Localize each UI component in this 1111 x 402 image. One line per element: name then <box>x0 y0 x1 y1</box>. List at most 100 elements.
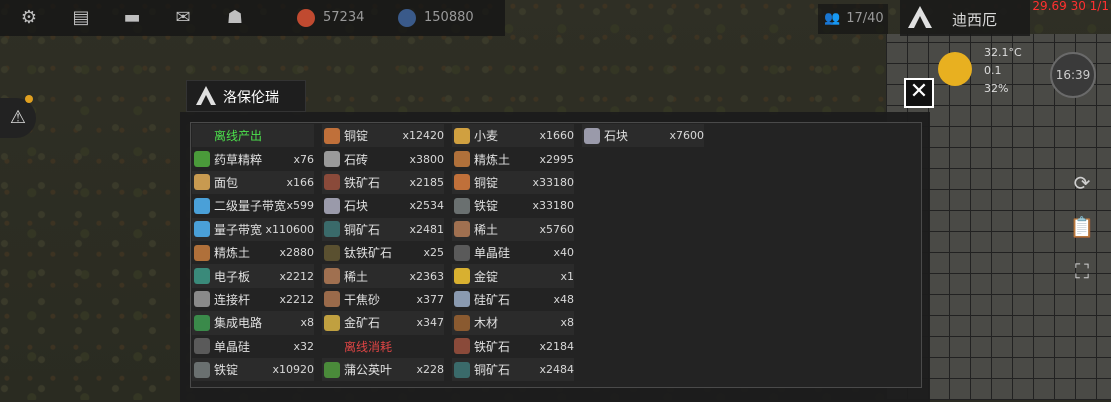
item-quantity: x10920 <box>272 363 314 377</box>
humidity: 32% <box>984 82 1009 95</box>
copper-ore-icon <box>324 221 340 238</box>
item-row[interactable]: 电子板 x2212 <box>192 264 314 288</box>
item-row[interactable]: 铁锭 x33180 <box>452 194 574 217</box>
profile-icon[interactable]: ☗ <box>223 6 247 30</box>
weather-panel: 32.1°C 0.1 32% <box>938 44 1048 104</box>
gold-ore-icon <box>324 314 340 331</box>
item-row[interactable]: 铁锭 x10920 <box>192 357 314 382</box>
item-row[interactable]: 干焦砂 x377 <box>322 288 444 311</box>
item-row[interactable]: 小麦 x1660 <box>452 124 574 148</box>
logo-icon <box>908 6 932 28</box>
item-quantity: x2212 <box>279 292 314 306</box>
iron-ingot-icon <box>454 197 470 214</box>
iron-ore-icon <box>324 174 340 191</box>
user-panel[interactable]: 迪西厄 <box>900 0 1030 36</box>
item-row[interactable]: 集成电路 x8 <box>192 311 314 335</box>
close-icon: ✕ <box>909 79 929 104</box>
item-quantity: x2363 <box>409 269 444 283</box>
item-quantity: x25 <box>423 246 444 260</box>
item-row[interactable]: 铜矿石 x2481 <box>322 217 444 241</box>
item-row[interactable]: 钛铁矿石 x25 <box>322 241 444 264</box>
ilmenite-ore-icon <box>324 244 340 261</box>
item-row[interactable]: 二级量子带宽 x599 <box>192 194 314 217</box>
population-value: 17/40 <box>846 11 884 26</box>
clock[interactable]: 16:39 <box>1050 52 1096 98</box>
population-indicator[interactable]: 👥 17/40 <box>818 4 888 34</box>
item-quantity: x33180 <box>532 199 574 213</box>
item-name: 金锭 <box>474 269 499 284</box>
item-row[interactable]: 量子带宽 x110600 <box>192 217 314 241</box>
item-row[interactable]: 稀土 x5760 <box>452 217 574 241</box>
population-icon: 👥 <box>824 11 841 26</box>
item-quantity: x2184 <box>539 339 574 353</box>
copper-ingot-icon <box>324 127 340 144</box>
gear-icon[interactable]: ⚙ <box>17 6 41 30</box>
item-row[interactable]: 稀土 x2363 <box>322 264 444 288</box>
item-quantity: x2185 <box>409 175 444 189</box>
item-row[interactable]: 木材 x8 <box>452 311 574 335</box>
chat-icon[interactable]: ▬ <box>120 6 144 30</box>
notes-icon[interactable]: ▤ <box>69 6 93 30</box>
item-row[interactable]: 铁矿石 x2184 <box>452 335 574 358</box>
item-quantity: x32 <box>293 339 314 353</box>
silicon-ore-icon <box>454 291 470 308</box>
item-row[interactable]: 石砖 x3800 <box>322 147 444 170</box>
resource-a-icon <box>297 8 315 27</box>
item-quantity: x2995 <box>539 152 574 166</box>
item-name: 集成电路 <box>214 316 263 331</box>
copper-ore-icon <box>454 361 470 378</box>
item-quantity: x1 <box>560 269 574 283</box>
item-row[interactable]: 精炼土 x2995 <box>452 147 574 170</box>
dialog-title-bar: 洛保伦瑞 <box>186 80 306 112</box>
section-header-label: 离线消耗 <box>344 339 393 354</box>
item-column: 石块 x7600 <box>582 124 704 148</box>
notification-dot <box>25 95 33 103</box>
dandelion-leaf-icon <box>324 361 340 378</box>
item-quantity: x48 <box>553 292 574 306</box>
item-quantity: x2484 <box>539 363 574 377</box>
refined-soil-icon <box>194 244 210 261</box>
item-quantity: x2212 <box>279 269 314 283</box>
wheat-icon <box>454 127 470 144</box>
stone-brick-icon <box>324 151 340 168</box>
item-row[interactable]: 铜锭 x33180 <box>452 170 574 195</box>
mail-icon[interactable]: ✉ <box>171 6 195 30</box>
resource-b-value: 150880 <box>424 10 474 25</box>
item-quantity: x347 <box>416 316 444 330</box>
resource-b-icon <box>398 8 416 27</box>
item-quantity: x33180 <box>532 175 574 189</box>
close-button[interactable]: ✕ <box>904 78 934 108</box>
item-row[interactable]: 石块 x2534 <box>322 194 444 217</box>
item-quantity: x40 <box>553 246 574 260</box>
item-row[interactable]: 面包 x166 <box>192 170 314 195</box>
item-row[interactable]: 金锭 x1 <box>452 264 574 288</box>
item-quantity: x76 <box>293 152 314 166</box>
item-row[interactable]: 连接杆 x2212 <box>192 288 314 311</box>
item-row[interactable]: 铜矿石 x2484 <box>452 357 574 382</box>
clipboard-icon[interactable]: 📋 <box>1067 212 1097 242</box>
scan-icon[interactable]: ⛶ <box>1067 256 1097 286</box>
user-name: 迪西厄 <box>952 11 998 29</box>
copper-ingot-icon <box>454 174 470 191</box>
top-toolbar: ⚙ ▤ ▬ ✉ ☗ 57234 150880 <box>0 0 505 36</box>
warning-icon: ⚠ <box>9 107 27 128</box>
item-row[interactable]: 蒲公英叶 x228 <box>322 357 444 382</box>
item-row[interactable]: 单晶硅 x32 <box>192 335 314 358</box>
quantum-bandwidth-icon <box>194 221 210 238</box>
item-row[interactable]: 硅矿石 x48 <box>452 288 574 311</box>
circuit-board-icon <box>194 268 210 285</box>
item-row[interactable]: 铁矿石 x2185 <box>322 170 444 195</box>
item-row[interactable]: 精炼土 x2880 <box>192 241 314 264</box>
monocrystal-silicon-icon <box>454 244 470 261</box>
item-row[interactable]: 铜锭 x12420 <box>322 124 444 148</box>
dialog-title: 洛保伦瑞 <box>223 90 279 106</box>
item-row[interactable]: 石块 x7600 <box>582 124 704 148</box>
rotate-icon[interactable]: ⟳ <box>1067 168 1097 198</box>
resource-a: 57234 <box>297 8 364 28</box>
wood-icon <box>454 314 470 331</box>
item-quantity: x8 <box>560 316 574 330</box>
item-row[interactable]: 药草精粹 x76 <box>192 147 314 170</box>
item-row[interactable]: 单晶硅 x40 <box>452 241 574 264</box>
game-time: 29.69 30 1/1 <box>1032 0 1109 13</box>
item-row[interactable]: 金矿石 x347 <box>322 311 444 335</box>
